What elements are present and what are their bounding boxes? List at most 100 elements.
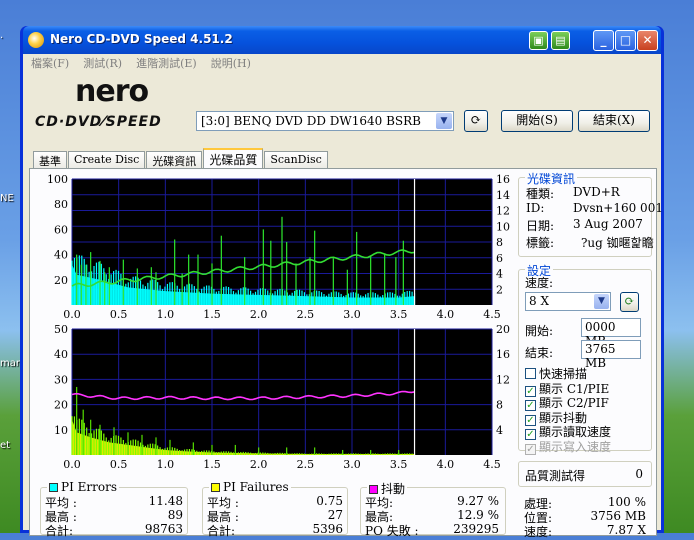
disc-type-value: DVD+R	[573, 185, 620, 199]
x-tick-label: 3.5	[390, 308, 408, 321]
menu-help[interactable]: 說明(H)	[211, 55, 251, 71]
pi-errors-title: PI Errors	[61, 480, 117, 494]
chevron-down-icon[interactable]: ▼	[594, 294, 609, 309]
speed-label: 速度:	[525, 276, 554, 290]
save-icon[interactable]: ▤	[551, 31, 570, 50]
header: nero CD·DVD⁄SPEED [3:0] BENQ DVD DD DW16…	[23, 74, 661, 144]
pi-failures-title-wrap: PI Failures	[209, 480, 291, 494]
desktop-label-1: ·	[0, 33, 4, 44]
pie-total-value: 98763	[144, 522, 183, 536]
menu-file[interactable]: 檔案(F)	[31, 55, 69, 71]
start-mb-input[interactable]: 0000 MB	[581, 318, 641, 348]
jitter-max-value: 12.9 %	[457, 508, 499, 522]
jitter-group: 抖動 平均: 9.27 % 最高: 12.9 % PO 失敗 :239295	[360, 480, 506, 538]
desktop-label-et: et	[0, 440, 11, 451]
drive-select[interactable]: [3:0] BENQ DVD DD DW1640 BSRB ▼	[196, 111, 454, 131]
pi-errors-total: 合計: 98763	[45, 522, 183, 539]
menu-advanced[interactable]: 進階測試(E)	[136, 55, 197, 71]
x-tick-label: 3.5	[390, 458, 408, 471]
pif-total-label: 合計:	[207, 524, 236, 538]
y-right-tick-label: 6	[496, 252, 503, 265]
pi-errors-swatch	[49, 483, 58, 492]
y-right-tick-label: 12	[496, 205, 510, 218]
tab-disc-quality[interactable]: 光碟品質	[203, 148, 264, 168]
tab-create-disc[interactable]: Create Disc	[68, 151, 146, 168]
refresh-icon: ⟳	[624, 294, 635, 308]
menu-run[interactable]: 測試(R)	[83, 55, 122, 71]
tab-strip: 基準 Create Disc 光碟資訊 光碟品質 ScanDisc	[33, 148, 329, 168]
nero-app-icon	[28, 32, 44, 48]
chevron-down-icon[interactable]: ▼	[436, 113, 452, 129]
tab-disc-info[interactable]: 光碟資訊	[146, 151, 203, 168]
copy-icon[interactable]: ▣	[529, 31, 548, 50]
jitter-swatch	[369, 485, 378, 494]
quality-score-value: 0	[635, 467, 643, 481]
speed-refresh-button[interactable]: ⟳	[620, 292, 639, 312]
y-right-tick-label: 4	[496, 424, 503, 437]
disc-quality-panel: 0.0 0.5 1.0 1.5 2.0 2.5 3.0 3.5 4.0 4.5 16 14 12 10 8 6…	[29, 168, 663, 539]
maximize-button[interactable]: □	[615, 30, 636, 51]
disc-id-value: Dvsn+160 001	[573, 201, 663, 215]
speed-select[interactable]: 8 X ▼	[525, 292, 611, 311]
client-area: 檔案(F) 測試(R) 進階測試(E) 說明(H) nero CD·DVD⁄SP…	[23, 54, 663, 539]
x-tick-label: 4.0	[437, 308, 455, 321]
read-speed-label: 速度:	[524, 525, 553, 539]
quality-score-label: 品質測試得	[525, 469, 586, 483]
title-bar[interactable]: Nero CD-DVD Speed 4.51.2 ▣ ▤ _ □ ✕	[23, 26, 661, 54]
pi-errors-title-wrap: PI Errors	[47, 480, 119, 494]
disc-type-label: 種類:	[526, 187, 555, 201]
bottom-plot-area	[72, 329, 492, 455]
minimize-button[interactable]: _	[593, 30, 614, 51]
po-failures: PO 失敗 : 239295	[365, 522, 499, 539]
desktop-label-ne: NE	[0, 193, 14, 204]
pif-avg-value: 0.75	[316, 494, 343, 508]
x-tick-label: 1.0	[157, 458, 175, 471]
pi-errors-group: PI Errors 平均 :11.48 最高 :89 合計: 98763	[40, 480, 188, 538]
y-left-tick-label: 80	[54, 198, 68, 211]
y-right-tick-label: 8	[496, 399, 503, 412]
drive-select-value: [3:0] BENQ DVD DD DW1640 BSRB	[201, 114, 421, 128]
disc-info-group: 光碟資訊 種類: DVD+R ID: Dvsn+160 001 日期: 3 Au…	[518, 170, 663, 257]
x-tick-label: 2.0	[250, 458, 268, 471]
y-right-tick-label: 16	[496, 348, 510, 361]
pie-total-label: 合計:	[45, 524, 74, 538]
start-mb-label: 開始:	[525, 324, 554, 338]
process-value: 100 %	[607, 495, 646, 509]
disc-id-label: ID:	[526, 201, 545, 215]
x-tick-label: 0.0	[63, 308, 81, 321]
x-tick-label: 3.0	[343, 308, 361, 321]
refresh-drive-button[interactable]: ⟳	[464, 110, 488, 132]
x-tick-label: 1.5	[203, 458, 221, 471]
progress-group: 處理: 100 % 位置: 3756 MB 速度: 7.87 X	[518, 493, 652, 539]
position-value: 3756 MB	[590, 509, 646, 523]
pie-avg-value: 11.48	[148, 494, 183, 508]
drive-refresh-icon: ⟳	[470, 113, 482, 128]
x-tick-label: 4.5	[483, 458, 501, 471]
jitter-avg-value: 9.27 %	[457, 494, 499, 508]
end-button[interactable]: 結束(X)	[578, 110, 650, 132]
x-tick-label: 0.0	[63, 458, 81, 471]
close-button[interactable]: ✕	[637, 30, 658, 51]
tab-scandisc[interactable]: ScanDisc	[264, 151, 328, 168]
y-right-tick-label: 12	[496, 373, 510, 386]
y-right-tick-label: 8	[496, 236, 503, 249]
tab-benchmark[interactable]: 基準	[33, 151, 67, 168]
x-tick-label: 1.0	[157, 308, 175, 321]
pi-failures-total: 合計: 5396	[207, 522, 343, 539]
x-tick-label: 1.5	[203, 308, 221, 321]
end-mb-input[interactable]: 3765 MB	[581, 340, 641, 370]
po-failures-label: PO 失敗 :	[365, 524, 419, 538]
x-tick-label: 0.5	[110, 458, 128, 471]
y-left-tick-label: 100	[47, 173, 68, 186]
checkbox-box[interactable]	[525, 368, 536, 379]
y-right-tick-label: 4	[496, 268, 503, 281]
x-tick-label: 0.5	[110, 308, 128, 321]
start-button[interactable]: 開始(S)	[501, 110, 573, 132]
disc-tag-value: ?ug 铷暱핥瞻	[581, 236, 654, 250]
y-right-tick-label: 14	[496, 189, 510, 202]
y-left-tick-label: 40	[54, 348, 68, 361]
po-failures-value: 239295	[453, 522, 499, 536]
checkbox-option-5: ✓ 顯示寫入速度	[525, 438, 611, 455]
x-tick-label: 4.5	[483, 308, 501, 321]
y-left-tick-label: 40	[54, 249, 68, 262]
